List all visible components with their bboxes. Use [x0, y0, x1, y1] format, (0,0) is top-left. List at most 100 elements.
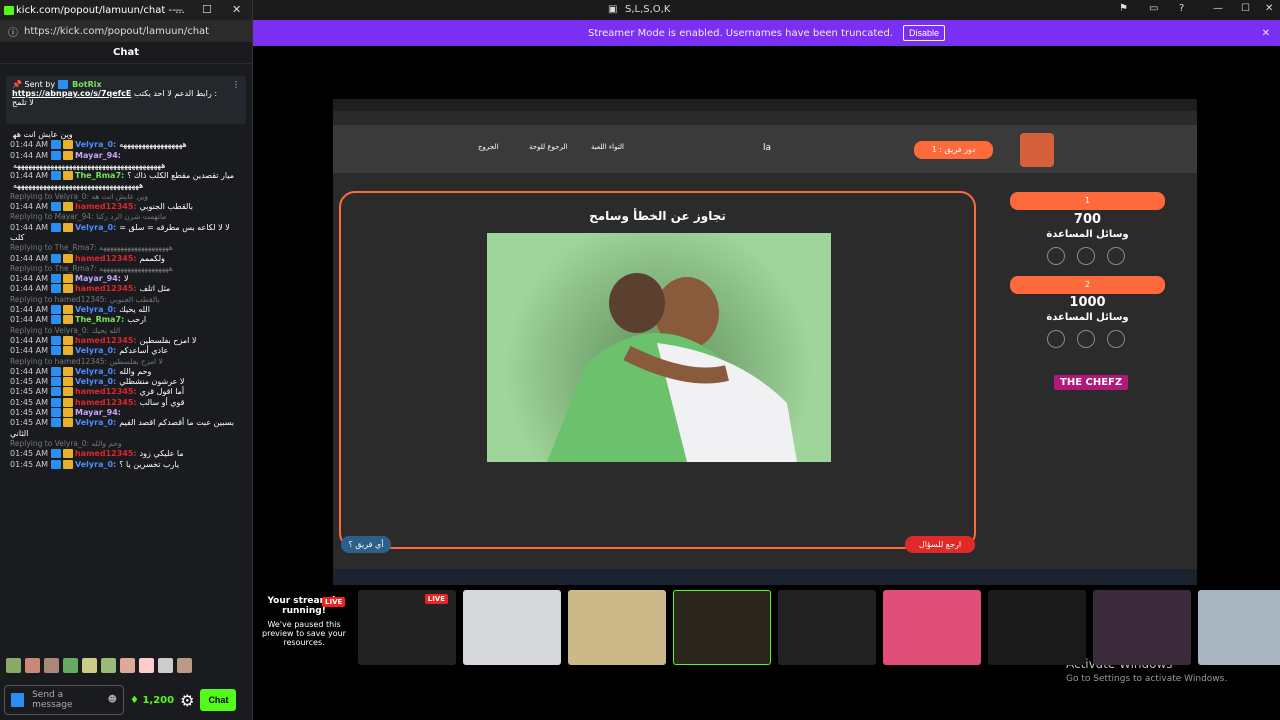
chat-username[interactable]: Velyra_0: — [75, 305, 116, 314]
chat-message: 01:45 AM Velyra_0: بسبين عبت ما أقصدكم اقص… — [10, 418, 243, 439]
pinned-link[interactable]: https://abnpay.co/s/7qefcE — [12, 89, 131, 98]
hand-icon[interactable] — [1107, 247, 1125, 265]
emote-icon[interactable] — [139, 658, 154, 673]
chat-message: هههههههههههههههههههههههههههههههههههههههه… — [10, 161, 243, 171]
chat-username[interactable]: Mayar_94: — [75, 151, 121, 160]
chat-username[interactable]: hamed12345: — [75, 284, 137, 293]
chat-message: 01:44 AM hamed12345: ولكممم — [10, 253, 243, 264]
chat-username[interactable]: Velyra_0: — [75, 460, 116, 469]
message-time: 01:45 AM — [10, 377, 48, 387]
chat-username[interactable]: hamed12345: — [75, 449, 137, 458]
stream-thumbnail[interactable] — [988, 590, 1086, 665]
cast-icon[interactable]: ▭ — [1149, 3, 1158, 14]
flag-icon[interactable]: ⚑ — [1119, 3, 1128, 14]
chat-username[interactable]: Velyra_0: — [75, 418, 116, 427]
stream-thumbnail[interactable] — [463, 590, 561, 665]
emote-icon[interactable] — [101, 658, 116, 673]
chat-username[interactable]: Mayar_94: — [75, 274, 121, 283]
message-time: 01:44 AM — [10, 335, 48, 345]
chat-username[interactable]: The_Rma7: — [75, 171, 124, 180]
chat-username[interactable]: hamed12345: — [75, 336, 137, 345]
chat-username[interactable]: Mayar_94: — [75, 408, 121, 417]
stream-thumbnail[interactable] — [673, 590, 771, 665]
minimize-icon[interactable]: — — [1213, 3, 1223, 14]
question-card: تجاوز عن الخطأ وسامح — [339, 191, 976, 549]
chat-username[interactable]: Velyra_0: — [75, 367, 116, 376]
game-menu-board[interactable]: الرجوع للوحة — [529, 143, 567, 151]
emote-icon[interactable] — [44, 658, 59, 673]
live-badge: LIVE — [424, 594, 448, 604]
stream-thumbnail[interactable] — [1198, 590, 1280, 665]
chat-message: 01:45 AM hamed12345: أما اقول قري — [10, 387, 243, 397]
stream-thumbnail[interactable]: LIVE — [358, 590, 456, 665]
close-banner-icon[interactable]: ✕ — [1262, 28, 1270, 39]
more-menu-icon[interactable]: ⋮ — [232, 80, 240, 89]
hand-icon[interactable] — [1107, 330, 1125, 348]
chat-username[interactable]: hamed12345: — [75, 254, 137, 263]
pinned-message[interactable]: 📌 Sent by BotRix ⋮ https://abnpay.co/s/7… — [6, 76, 246, 124]
pinned-sent-by: Sent by — [24, 80, 56, 89]
emote-icon[interactable] — [120, 658, 135, 673]
game-menu-exit[interactable]: الجروج — [478, 143, 498, 151]
emote-icon[interactable] — [158, 658, 173, 673]
chat-message: وين عايش انت هه‍‍‍‍‍‍‍‍‍‍‍‍‍‍‍‍‍‍‍‍‍‍‍‍ — [10, 130, 243, 140]
helper-icon[interactable] — [1047, 247, 1065, 265]
popout-urlbar[interactable]: ⓘ https://kick.com/popout/lamuun/chat — [0, 20, 252, 42]
chat-message: 01:44 AM The_Rma7: ميار تقصدين مقطع الكلب … — [10, 171, 243, 181]
chat-username[interactable]: Velyra_0: — [75, 377, 116, 386]
chat-message-list[interactable]: وين عايش انت هه‍‍‍‍‍‍‍‍‍‍‍‍‍‍‍‍‍‍‍‍‍‍‍‍ 0… — [0, 128, 253, 650]
phone-icon[interactable] — [1077, 330, 1095, 348]
message-text: الله يحيك — [119, 305, 150, 315]
emote-icon[interactable] — [82, 658, 97, 673]
emote-icon[interactable] — [25, 658, 40, 673]
question-image — [487, 233, 831, 462]
emote-icon[interactable] — [63, 658, 78, 673]
message-time: 01:44 AM — [10, 171, 48, 181]
pinned-user[interactable]: BotRix — [72, 80, 101, 89]
crown-badge-icon — [62, 346, 73, 356]
close-icon[interactable]: ✕ — [1265, 3, 1273, 14]
chat-username[interactable]: hamed12345: — [75, 398, 137, 407]
stream-thumbnail[interactable] — [1093, 590, 1191, 665]
maximize-icon[interactable]: ☐ — [1241, 3, 1250, 14]
message-input[interactable]: Send a message ☻ — [4, 685, 124, 715]
chat-username[interactable]: hamed12345: — [75, 202, 137, 211]
chat-message: 01:44 AM Mayar_94: — [10, 150, 243, 161]
chat-send-button[interactable]: Chat — [200, 689, 237, 711]
settings-gear-icon[interactable]: ⚙ — [180, 691, 194, 710]
points-balance[interactable]: ♦ 1,200 — [130, 695, 174, 706]
team2-helpers[interactable] — [1041, 330, 1131, 352]
phone-icon[interactable] — [1077, 247, 1095, 265]
stream-thumbnail[interactable] — [883, 590, 981, 665]
team1-helpers[interactable] — [1041, 247, 1131, 269]
chat-message: 01:44 AM hamed12345: بالقطب الجنوبي — [10, 202, 243, 212]
help-icon[interactable]: ? — [1179, 3, 1184, 14]
message-time: 01:44 AM — [10, 253, 48, 263]
which-team-button[interactable]: أي فريق ؟ — [341, 536, 391, 553]
close-icon[interactable]: ✕ — [232, 3, 241, 16]
stream-thumbnail[interactable] — [568, 590, 666, 665]
disable-button[interactable]: Disable — [902, 25, 945, 41]
chat-username[interactable]: Velyra_0: — [75, 140, 116, 149]
back-to-question-button[interactable]: ارجع للسؤال — [905, 536, 975, 553]
stream-thumbnail[interactable] — [778, 590, 876, 665]
emote-icon[interactable] — [177, 658, 192, 673]
minimize-icon[interactable]: — — [172, 3, 183, 16]
crown-badge-icon — [62, 202, 73, 212]
chat-message: 01:44 AM Velyra_0: وحم والله — [10, 366, 243, 377]
emote-icon[interactable] — [6, 658, 21, 673]
chat-username[interactable]: hamed12345: — [75, 387, 137, 396]
crown-badge-icon — [62, 305, 73, 315]
chat-username[interactable]: Velyra_0: — [75, 346, 116, 355]
maximize-icon[interactable]: ☐ — [202, 3, 212, 16]
message-time: 01:45 AM — [10, 449, 48, 459]
emote-quick-row[interactable] — [6, 658, 246, 676]
chat-username[interactable]: Velyra_0: — [75, 223, 116, 232]
chat-username[interactable]: The_Rma7: — [75, 315, 124, 324]
emoji-icon[interactable]: ☻ — [108, 695, 117, 705]
related-streams[interactable]: LIVE — [358, 590, 1280, 665]
stream-video[interactable]: الجروج الرجوع للوحة التواء اللعبة la دور… — [333, 99, 1197, 585]
crown-badge-icon — [62, 274, 73, 284]
game-menu-end[interactable]: التواء اللعبة — [591, 143, 624, 151]
helper-icon[interactable] — [1047, 330, 1065, 348]
